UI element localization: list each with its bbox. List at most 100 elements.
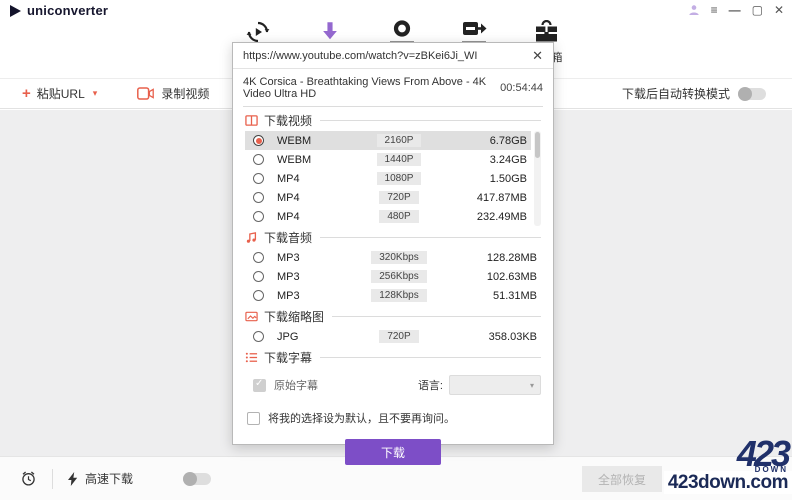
option-row-mp4-1080p[interactable]: MP41080P1.50GB — [245, 169, 531, 188]
audio-options-list: MP3320Kbps128.28MBMP3256Kbps102.63MBMP31… — [245, 248, 541, 305]
auto-convert-toggle[interactable] — [738, 88, 766, 100]
radio-button[interactable] — [253, 135, 264, 146]
section-title-audio: 下载音频 — [264, 229, 312, 246]
video-title: 4K Corsica - Breathtaking Views From Abo… — [243, 76, 500, 100]
scrollbar-thumb[interactable] — [535, 132, 540, 158]
video-duration: 00:54:44 — [500, 82, 543, 94]
watermark-logo: 423 DOWN — [737, 440, 792, 471]
file-size: 3.24GB — [435, 154, 531, 166]
dialog-close-icon[interactable]: ✕ — [532, 49, 543, 62]
high-speed-label: 高速下载 — [85, 470, 133, 487]
radio-button[interactable] — [253, 173, 264, 184]
quality-badge-wrap: 2160P — [363, 134, 435, 147]
quality-badge: 720P — [379, 191, 418, 204]
format-label: WEBM — [277, 135, 363, 147]
dialog-title-row: 4K Corsica - Breathtaking Views From Abo… — [233, 69, 553, 105]
radio-button[interactable] — [253, 154, 264, 165]
high-speed-toggle[interactable] — [183, 473, 211, 485]
file-size: 51.31MB — [435, 290, 541, 302]
set-default-checkbox[interactable] — [247, 412, 260, 425]
lightning-icon — [68, 472, 78, 486]
section-title-thumbnail: 下载缩略图 — [264, 308, 324, 325]
section-title-subtitle: 下载字幕 — [264, 349, 312, 366]
section-title-video: 下载视频 — [264, 112, 312, 129]
radio-button[interactable] — [253, 271, 264, 282]
subtitle-row: 原始字幕 语言: ▾ — [245, 375, 541, 395]
radio-button[interactable] — [253, 290, 264, 301]
dialog-url-row: https://www.youtube.com/watch?v=zBKei6Ji… — [233, 43, 553, 69]
resume-all-button[interactable]: 全部恢复 — [582, 466, 662, 492]
format-label: WEBM — [277, 154, 363, 166]
quality-badge-wrap: 720P — [363, 330, 435, 343]
transfer-icon — [462, 20, 487, 39]
original-subtitle-checkbox[interactable] — [253, 379, 266, 392]
high-speed-group: 高速下载 — [68, 470, 133, 487]
titlebar: uniconverter ≡ — ▢ ✕ — [0, 0, 792, 20]
format-label: MP4 — [277, 192, 363, 204]
quality-badge-wrap: 256Kbps — [363, 270, 435, 283]
paste-url-button[interactable]: + 粘贴URL ▾ — [22, 85, 97, 102]
option-row-mp3-256kbps[interactable]: MP3 256Kbps 102.63MB — [245, 267, 541, 286]
app-logo: uniconverter — [9, 3, 108, 18]
format-label: MP3 — [277, 271, 363, 283]
option-row-jpg-720p[interactable]: JPG720P358.03KB — [245, 327, 541, 346]
watermark-down: DOWN — [755, 465, 788, 474]
option-row-webm-1440p[interactable]: WEBM1440P3.24GB — [245, 150, 531, 169]
radio-button[interactable] — [253, 331, 264, 342]
radio-button[interactable] — [253, 252, 264, 263]
file-size: 6.78GB — [435, 135, 531, 147]
file-size: 102.63MB — [435, 271, 541, 283]
divider — [332, 316, 541, 317]
section-header-audio: 下载音频 — [245, 227, 541, 248]
option-row-mp4-480p[interactable]: MP4480P232.49MB — [245, 207, 531, 226]
download-icon — [319, 20, 341, 42]
record-video-button[interactable]: 录制视频 — [137, 85, 209, 102]
close-window-icon[interactable]: ✕ — [774, 3, 784, 17]
paste-url-label: 粘贴URL — [37, 85, 85, 102]
quality-badge-wrap: 320Kbps — [363, 251, 435, 264]
video-url: https://www.youtube.com/watch?v=zBKei6Ji… — [243, 50, 532, 62]
option-row-webm-2160p[interactable]: WEBM 2160P 6.78GB — [245, 131, 531, 150]
plus-icon: + — [22, 87, 31, 101]
quality-badge-wrap: 480P — [363, 210, 435, 223]
download-button[interactable]: 下载 — [345, 439, 441, 465]
user-account-icon[interactable] — [688, 4, 700, 16]
option-row-mp4-720p[interactable]: MP4720P417.87MB — [245, 188, 531, 207]
language-label: 语言: — [418, 377, 443, 393]
file-size: 358.03KB — [435, 331, 541, 343]
quality-badge: 320Kbps — [371, 251, 426, 264]
language-group: 语言: ▾ — [418, 375, 541, 395]
scrollbar[interactable] — [534, 131, 541, 226]
divider — [52, 469, 53, 489]
chevron-down-icon[interactable]: ▾ — [93, 88, 98, 99]
image-icon — [245, 310, 258, 323]
play-logo-icon — [9, 4, 22, 18]
thumbnail-options-list: JPG720P358.03KB — [245, 327, 541, 346]
radio-button[interactable] — [253, 192, 264, 203]
quality-badge: 128Kbps — [371, 289, 426, 302]
divider — [320, 237, 541, 238]
format-label: MP3 — [277, 252, 363, 264]
quality-badge: 480P — [379, 210, 418, 223]
minimize-icon[interactable]: — — [729, 3, 741, 17]
default-choice-row: 将我的选择设为默认，且不要再询问。 — [245, 410, 541, 426]
quality-badge-wrap: 1080P — [363, 172, 435, 185]
language-dropdown[interactable]: ▾ — [449, 375, 541, 395]
format-label: MP3 — [277, 290, 363, 302]
file-size: 1.50GB — [435, 173, 531, 185]
menu-icon[interactable]: ≡ — [711, 3, 718, 17]
maximize-icon[interactable]: ▢ — [752, 3, 763, 17]
quality-badge: 256Kbps — [371, 270, 426, 283]
schedule-clock-icon[interactable] — [20, 470, 37, 487]
quality-badge-wrap: 1440P — [363, 153, 435, 166]
dropdown-caret-icon: ▾ — [530, 381, 534, 390]
radio-button[interactable] — [253, 211, 264, 222]
option-row-mp3-320kbps[interactable]: MP3320Kbps128.28MB — [245, 248, 541, 267]
section-header-video: 下载视频 — [245, 110, 541, 131]
auto-convert-group: 下载后自动转换模式 — [622, 85, 766, 102]
set-default-label: 将我的选择设为默认，且不要再询问。 — [268, 410, 455, 426]
quality-badge: 2160P — [377, 134, 422, 147]
section-header-subtitle: 下载字幕 — [245, 347, 541, 368]
record-video-label: 录制视频 — [161, 85, 209, 102]
option-row-mp3-128kbps[interactable]: MP3 128Kbps 51.31MB — [245, 286, 541, 305]
